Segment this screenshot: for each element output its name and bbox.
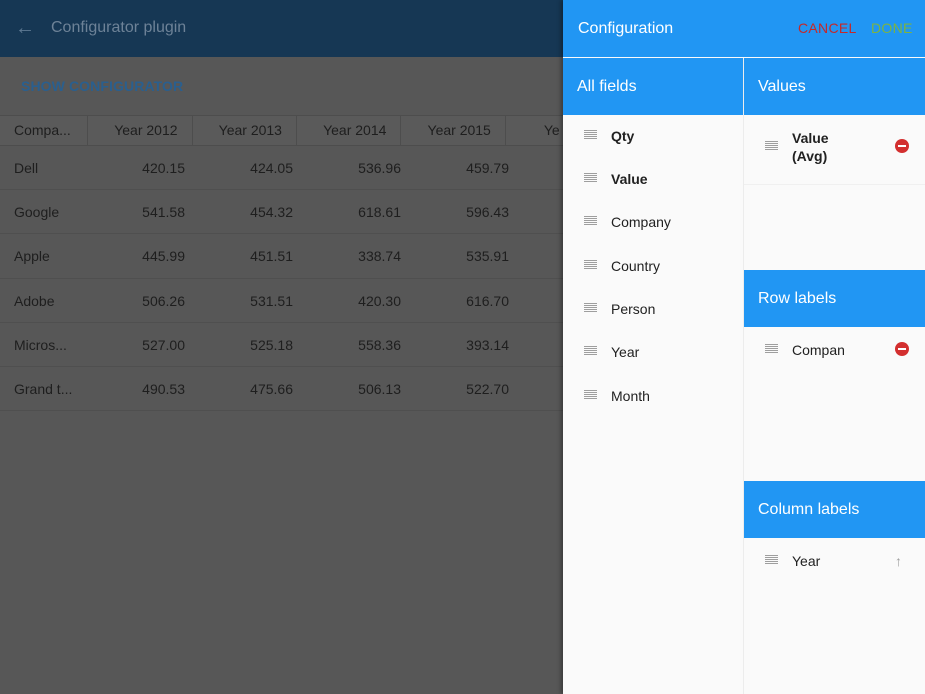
drag-handle-icon[interactable] bbox=[584, 346, 597, 356]
value-cell: 454.32 bbox=[250, 204, 293, 221]
value-cell: 506.13 bbox=[358, 380, 401, 397]
grid-header-cell[interactable]: Compa... bbox=[0, 116, 89, 145]
value-cell: 424.05 bbox=[250, 160, 293, 176]
done-button[interactable]: DONE bbox=[871, 20, 913, 36]
drag-handle-icon[interactable] bbox=[765, 141, 778, 151]
values-item-label: Value (Avg) bbox=[792, 129, 829, 165]
remove-circle-icon[interactable] bbox=[895, 342, 909, 356]
field-item-label: Person bbox=[611, 301, 656, 317]
all-fields-header: All fields bbox=[563, 58, 743, 115]
row-label-cell: Apple bbox=[14, 248, 50, 265]
arrow-up-icon[interactable]: ↑ bbox=[895, 554, 902, 568]
row-label-cell: Adobe bbox=[14, 292, 55, 309]
grid-body: Dell 420.15 424.05 536.96 459.79 Google 541.58… bbox=[0, 146, 565, 412]
field-item[interactable]: Month bbox=[563, 376, 743, 419]
value-cell: 618.61 bbox=[358, 204, 401, 221]
cancel-button[interactable]: CANCEL bbox=[798, 20, 857, 36]
grid-header-cell[interactable]: Year 2014 bbox=[297, 116, 402, 145]
configuration-drawer: Configuration CANCEL DONE All fields Val… bbox=[563, 0, 925, 694]
drag-handle-icon[interactable] bbox=[584, 130, 597, 140]
page-title: Configurator plugin bbox=[51, 19, 187, 36]
column-labels-item[interactable]: Year ↑ bbox=[744, 539, 925, 582]
field-item-label: Value bbox=[611, 171, 648, 187]
field-item[interactable]: Person bbox=[563, 289, 743, 332]
row-labels-item-label: Compan bbox=[792, 342, 845, 358]
drag-handle-icon[interactable] bbox=[765, 344, 778, 354]
row-label-cell: Google bbox=[14, 204, 60, 221]
value-cell: 393.14 bbox=[466, 336, 509, 353]
value-cell: 535.91 bbox=[466, 248, 509, 265]
column-labels-item-label: Year bbox=[792, 553, 821, 569]
table-row[interactable]: Adobe 506.26 531.51 420.30 616.70 bbox=[0, 279, 565, 323]
value-cell: 525.18 bbox=[250, 336, 293, 353]
value-cell: 541.58 bbox=[142, 204, 185, 221]
drawer-title: Configuration bbox=[578, 20, 674, 37]
remove-circle-icon[interactable] bbox=[895, 139, 909, 153]
row-label-cell: Micros... bbox=[14, 336, 67, 353]
value-cell: 531.51 bbox=[250, 292, 293, 309]
row-labels-title: Row labels bbox=[758, 289, 837, 307]
value-cell: 475.66 bbox=[250, 380, 293, 397]
row-label-cell: Grand t... bbox=[14, 380, 73, 397]
table-row[interactable]: Micros... 527.00 525.18 558.36 393.14 bbox=[0, 323, 565, 367]
row-label-cell: Dell bbox=[14, 160, 39, 176]
value-cell: 536.96 bbox=[358, 160, 401, 176]
field-item-label: Year bbox=[611, 344, 640, 360]
field-item[interactable]: Country bbox=[563, 246, 743, 289]
table-row[interactable]: Grand t... 490.53 475.66 506.13 522.70 bbox=[0, 367, 565, 412]
value-cell: 506.26 bbox=[142, 292, 185, 309]
field-item-label: Country bbox=[611, 258, 661, 274]
grid-header-cell[interactable]: Year 2015 bbox=[401, 116, 506, 145]
value-cell: 490.53 bbox=[142, 380, 185, 397]
drag-handle-icon[interactable] bbox=[765, 555, 778, 565]
zone-divider bbox=[744, 184, 925, 185]
value-cell: 527.00 bbox=[142, 336, 185, 353]
column-labels-title: Column labels bbox=[758, 500, 860, 518]
field-item[interactable]: Qty bbox=[563, 116, 743, 159]
drag-handle-icon[interactable] bbox=[584, 173, 597, 183]
field-item[interactable]: Value bbox=[563, 159, 743, 202]
value-cell: 522.70 bbox=[466, 380, 509, 397]
value-cell: 616.70 bbox=[466, 292, 509, 309]
field-item[interactable]: Year bbox=[563, 332, 743, 375]
drag-handle-icon[interactable] bbox=[584, 303, 597, 313]
value-cell: 420.30 bbox=[358, 292, 401, 309]
value-cell: 338.74 bbox=[358, 248, 401, 265]
value-cell: 420.15 bbox=[142, 160, 185, 176]
show-configurator-button[interactable]: SHOW CONFIGURATOR bbox=[21, 78, 183, 94]
table-row[interactable]: Dell 420.15 424.05 536.96 459.79 bbox=[0, 146, 565, 191]
field-item-label: Company bbox=[611, 214, 671, 230]
value-cell: 459.79 bbox=[466, 160, 509, 176]
value-cell: 596.43 bbox=[466, 204, 509, 221]
value-cell: 558.36 bbox=[358, 336, 401, 353]
values-item-label-line2: (Avg) bbox=[792, 148, 828, 164]
field-item[interactable]: Company bbox=[563, 202, 743, 245]
grid-header-cell[interactable]: Year 2013 bbox=[193, 116, 297, 145]
grid-header-cell[interactable]: Ye bbox=[506, 116, 565, 145]
grid-header-row: Compa... Year 2012 Year 2013 Year 2014 Y… bbox=[0, 115, 565, 146]
values-title: Values bbox=[758, 77, 806, 95]
values-item[interactable]: Value (Avg) bbox=[744, 116, 925, 184]
row-labels-header: Row labels bbox=[744, 270, 925, 327]
values-header: Values bbox=[744, 58, 925, 115]
value-cell: 451.51 bbox=[250, 248, 293, 265]
field-item-label: Month bbox=[611, 388, 650, 404]
value-cell: 445.99 bbox=[142, 248, 185, 265]
field-item-label: Qty bbox=[611, 128, 635, 144]
values-item-label-line1: Value bbox=[792, 130, 829, 146]
grid-header-cell[interactable]: Year 2012 bbox=[88, 116, 193, 145]
table-row[interactable]: Apple 445.99 451.51 338.74 535.91 bbox=[0, 234, 565, 279]
drag-handle-icon[interactable] bbox=[584, 390, 597, 400]
row-labels-item[interactable]: Compan bbox=[744, 328, 925, 371]
app-root: ← Configurator plugin SHOW CONFIGURATOR … bbox=[0, 0, 925, 694]
table-row[interactable]: Google 541.58 454.32 618.61 596.43 bbox=[0, 190, 565, 235]
column-labels-header: Column labels bbox=[744, 481, 925, 538]
drag-handle-icon[interactable] bbox=[584, 260, 597, 270]
drawer-header: Configuration CANCEL DONE bbox=[563, 0, 925, 57]
arrow-left-icon[interactable]: ← bbox=[14, 17, 36, 39]
drag-handle-icon[interactable] bbox=[584, 216, 597, 226]
pivot-grid: Compa... Year 2012 Year 2013 Year 2014 Y… bbox=[0, 115, 565, 412]
all-fields-title: All fields bbox=[577, 77, 637, 95]
